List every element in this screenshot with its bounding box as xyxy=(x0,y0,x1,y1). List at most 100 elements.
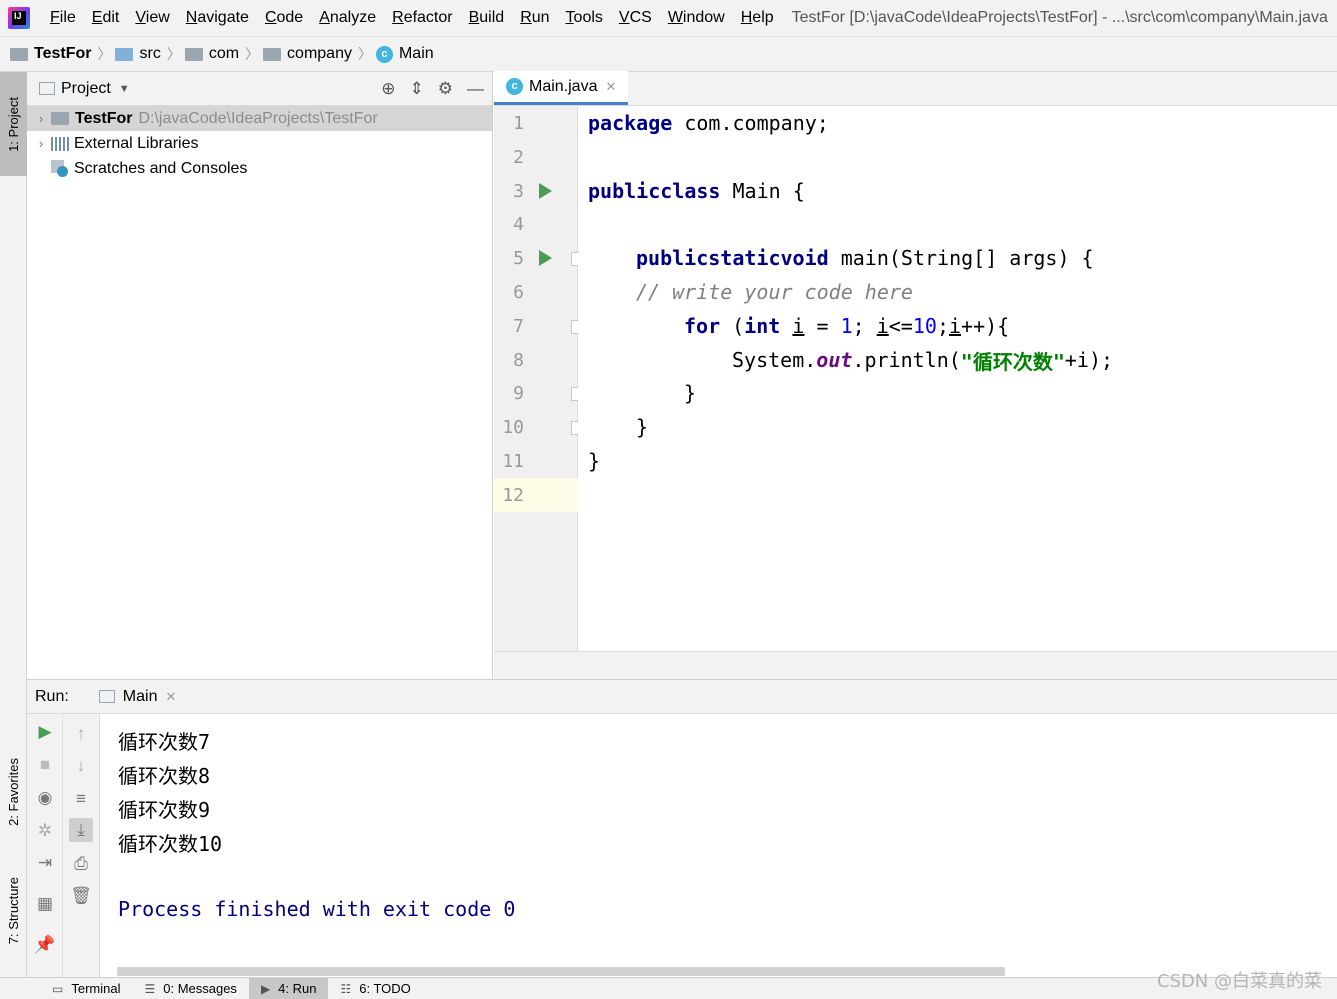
console-line: 循环次数9 xyxy=(118,797,211,822)
console-output[interactable]: ··· 循环次数7 循环次数8 循环次数9 循环次数10 Process fin… xyxy=(118,714,1337,978)
line-number: 8 xyxy=(513,349,524,371)
package-folder-icon xyxy=(263,47,282,61)
menu-run[interactable]: Run xyxy=(512,9,557,27)
editor-tab-bar: c Main.java ✕ xyxy=(494,71,1337,106)
line-number: 10 xyxy=(502,416,524,438)
hide-icon[interactable]: — xyxy=(467,79,484,99)
menu-vcs[interactable]: VCS xyxy=(611,9,660,27)
menu-analyze[interactable]: Analyze xyxy=(311,9,384,27)
exit-icon[interactable]: ⇥ xyxy=(33,851,57,875)
editor-tab-label: Main.java xyxy=(529,77,598,95)
libraries-icon xyxy=(51,136,69,151)
breadcrumb-item-company[interactable]: company 〉 xyxy=(263,44,372,64)
menu-help[interactable]: Help xyxy=(733,9,782,27)
stripe-tab-label: 1: Project xyxy=(6,96,21,152)
terminal-icon: ▭ xyxy=(52,981,64,996)
project-folder-icon xyxy=(51,112,69,125)
tree-item-scratches[interactable]: Scratches and Consoles xyxy=(27,156,492,181)
tree-item-label: External Libraries xyxy=(74,134,199,152)
locate-icon[interactable]: ⊕ xyxy=(381,79,395,99)
code-area[interactable]: package com.company; public class Main {… xyxy=(578,106,1337,651)
horizontal-scrollbar[interactable] xyxy=(117,967,1005,976)
menu-bar: IJ File Edit View Navigate Code Analyze … xyxy=(0,0,1337,36)
close-icon[interactable]: ✕ xyxy=(605,79,616,95)
menu-tools[interactable]: Tools xyxy=(558,9,611,27)
project-panel-title[interactable]: Project xyxy=(61,80,111,98)
trash-icon[interactable]: 🗑 xyxy=(69,884,93,908)
scroll-to-end-icon[interactable]: ⤓ xyxy=(69,818,93,842)
tree-item-label: Scratches and Consoles xyxy=(74,159,248,177)
tool-tab-label: 4: Run xyxy=(278,981,317,996)
stop-icon[interactable]: ■ xyxy=(33,753,57,777)
menu-view[interactable]: View xyxy=(127,9,177,27)
soft-wrap-icon[interactable]: ≡ xyxy=(69,787,93,811)
editor-gutter: 1 2 3 4 5 6 7 8 9 10 11 12 xyxy=(494,106,585,651)
collapse-all-icon[interactable]: ⇕ xyxy=(410,79,424,99)
tool-tab-messages[interactable]: ☰ 0: Messages xyxy=(132,978,248,999)
run-toolbar-primary: ▶ ■ ◉ ✲ ⇥ ▦ 📌 xyxy=(27,714,63,978)
tool-tab-todo[interactable]: ☷ 6: TODO xyxy=(328,978,422,999)
print-icon[interactable]: ⎙ xyxy=(69,852,93,876)
arrow-up-icon[interactable]: ↑ xyxy=(69,722,93,746)
menu-navigate[interactable]: Navigate xyxy=(178,9,257,27)
run-class-icon[interactable] xyxy=(539,183,552,199)
breadcrumb-item-src[interactable]: src 〉 xyxy=(115,44,181,64)
tree-item-label: TestFor xyxy=(75,109,133,127)
menu-file[interactable]: File xyxy=(42,9,84,27)
stripe-tab-label: 7: Structure xyxy=(6,877,21,945)
messages-icon: ☰ xyxy=(144,981,156,996)
stripe-tab-project[interactable]: 1: Project xyxy=(0,72,27,176)
code-editor: c Main.java ✕ 1 2 3 4 5 6 7 8 9 10 11 12… xyxy=(494,71,1337,679)
menu-edit[interactable]: Edit xyxy=(84,9,128,27)
code-line-1: package com.company; xyxy=(588,111,829,135)
tool-tab-run[interactable]: ▶ 4: Run xyxy=(248,977,329,999)
left-tool-stripe: 1: Project 2: Favorites 7: Structure xyxy=(0,72,27,977)
source-folder-icon xyxy=(115,47,134,61)
menu-build[interactable]: Build xyxy=(461,9,513,27)
stripe-tab-structure[interactable]: 7: Structure xyxy=(0,856,27,966)
intellij-logo-icon: IJ xyxy=(8,7,30,29)
chevron-right-icon[interactable]: › xyxy=(31,111,51,126)
debug-icon[interactable]: ✲ xyxy=(33,819,57,843)
editor-tab-main-java[interactable]: c Main.java ✕ xyxy=(494,71,629,105)
breadcrumb-item-main[interactable]: c Main xyxy=(375,45,434,63)
line-number: 11 xyxy=(502,450,524,472)
line-number: 5 xyxy=(513,247,524,269)
pin-icon[interactable]: 📌 xyxy=(33,933,57,957)
run-tab-label: Main xyxy=(122,687,158,705)
menu-window[interactable]: Window xyxy=(660,9,733,27)
tree-item-path: D:\javaCode\IdeaProjects\TestFor xyxy=(138,109,378,127)
rerun-icon[interactable]: ▶ xyxy=(33,720,57,744)
camera-icon[interactable]: ◉ xyxy=(33,786,57,810)
console-line: 循环次数7 xyxy=(118,729,211,754)
tree-item-external-libraries[interactable]: › External Libraries xyxy=(27,131,492,156)
run-icon: ▶ xyxy=(260,981,271,996)
breadcrumb-item-com[interactable]: com 〉 xyxy=(184,44,260,64)
chevron-right-icon: 〉 xyxy=(245,46,260,62)
todo-icon: ☷ xyxy=(340,981,352,996)
menu-code[interactable]: Code xyxy=(257,9,311,27)
stripe-tab-favorites[interactable]: 2: Favorites xyxy=(0,740,27,844)
gear-icon[interactable]: ⚙ xyxy=(438,79,453,99)
layout-icon[interactable]: ▦ xyxy=(33,892,57,916)
project-panel: Project ▼ ⊕ ⇕ ⚙ — › TestFor D:\javaCode\… xyxy=(27,72,493,679)
chevron-down-icon[interactable]: ▼ xyxy=(119,83,130,95)
breadcrumb-item-testfor[interactable]: TestFor 〉 xyxy=(10,44,111,64)
tree-item-testfor[interactable]: › TestFor D:\javaCode\IdeaProjects\TestF… xyxy=(27,106,492,131)
run-main-icon[interactable] xyxy=(539,250,552,266)
run-tab-main[interactable]: Main ✕ xyxy=(93,680,183,714)
editor-bottom-strip xyxy=(494,651,1337,679)
tool-tab-terminal[interactable]: ▭ Terminal xyxy=(40,978,132,999)
code-line-9: } xyxy=(684,381,697,405)
menu-refactor[interactable]: Refactor xyxy=(384,9,460,27)
java-class-icon: c xyxy=(506,78,523,95)
line-number: 12 xyxy=(494,478,578,512)
package-folder-icon xyxy=(184,47,203,61)
project-folder-icon xyxy=(10,47,28,61)
arrow-down-icon[interactable]: ↓ xyxy=(69,754,93,778)
close-icon[interactable]: ✕ xyxy=(165,689,176,705)
chevron-right-icon[interactable]: › xyxy=(31,136,51,151)
chevron-right-icon: 〉 xyxy=(357,46,372,62)
tool-tab-label: Terminal xyxy=(71,981,121,996)
process-finished-message: Process finished with exit code 0 xyxy=(118,897,516,921)
